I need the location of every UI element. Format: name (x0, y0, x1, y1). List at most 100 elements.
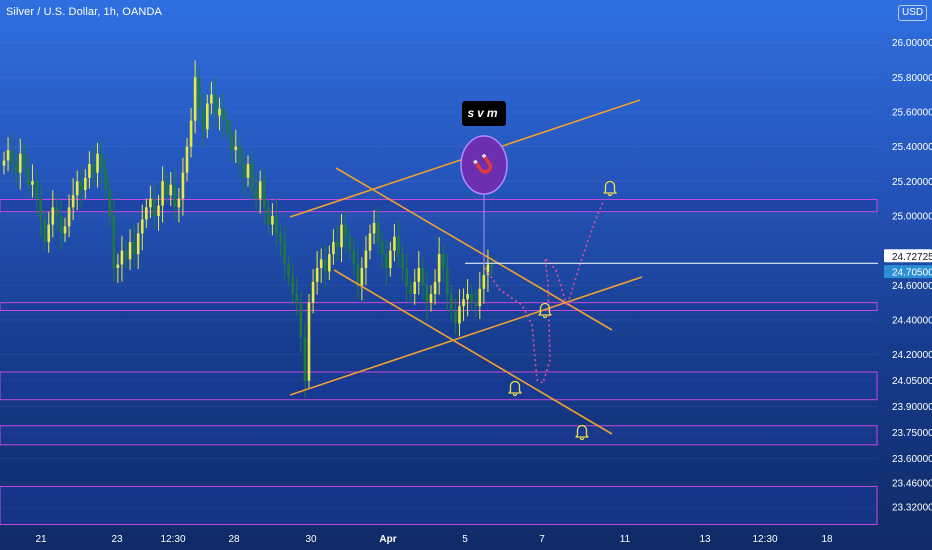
candle-body (307, 302, 311, 381)
x-tick-label: 5 (462, 534, 468, 545)
candle-body (6, 150, 10, 161)
price-zone-rect[interactable] (0, 371, 878, 401)
candle-body (47, 224, 51, 242)
candle-body (242, 164, 246, 178)
candle-body (250, 164, 254, 190)
candle-body (222, 108, 225, 121)
candle-body (470, 294, 473, 303)
bell-icon[interactable] (603, 180, 617, 197)
chart-title: Silver / U.S. Dollar, 1h, OANDA (6, 6, 162, 18)
trendline[interactable] (333, 269, 613, 435)
candle-body (287, 264, 290, 277)
candle-body (445, 268, 449, 294)
candle-body (140, 219, 144, 234)
price-axis[interactable]: 26.00000 25.80000 25.60000 25.40000 25.20000… (884, 38, 932, 514)
candle-body (441, 254, 445, 268)
candle-body (356, 264, 360, 286)
candle-body (51, 207, 55, 225)
candle-body (315, 268, 319, 282)
candle-body (226, 120, 229, 133)
candle-body (31, 181, 34, 185)
candle-body (71, 195, 75, 208)
candle-body (136, 233, 140, 255)
x-tick-label: 30 (305, 534, 317, 545)
y-tick-label: 23.75000 (892, 428, 932, 439)
y-tick-label: 23.32000 (892, 503, 932, 514)
chart-container: 26.00000 25.80000 25.60000 25.40000 25.20000… (0, 0, 932, 550)
y-tick-label: 24.60000 (892, 281, 932, 292)
x-tick-label: 12:30 (160, 534, 185, 545)
candle-body (409, 285, 412, 294)
candle-body (397, 236, 400, 255)
candle-body (352, 250, 356, 265)
candle-body (193, 77, 197, 121)
currency-badge[interactable]: USD (898, 5, 928, 21)
support-resistance-zones[interactable] (0, 199, 878, 526)
candle-body (189, 120, 193, 147)
candle-body (466, 294, 469, 300)
bid-price-label: 24.72725 (892, 252, 932, 263)
price-zone-rect[interactable] (0, 302, 878, 311)
price-zone-rect[interactable] (0, 199, 878, 213)
candle-body (18, 153, 22, 173)
x-tick-label: 11 (620, 534, 631, 545)
watermark-badge: svm (462, 101, 506, 126)
x-tick-label: Apr (379, 534, 396, 545)
candle-body (79, 181, 83, 190)
candle-body (344, 224, 347, 237)
y-tick-label: 25.00000 (892, 212, 932, 223)
candle-body (376, 222, 380, 242)
candle-body (417, 268, 421, 282)
price-zone-rect[interactable] (0, 485, 878, 526)
candle-body (197, 77, 201, 109)
candle-body (384, 254, 388, 268)
y-tick-label: 25.40000 (892, 142, 932, 153)
candle-body (157, 205, 160, 216)
candle-body (177, 198, 181, 208)
candle-body (63, 226, 67, 234)
candle-body (165, 181, 168, 196)
price-zone-rect[interactable] (0, 425, 878, 446)
candle-body (124, 250, 128, 260)
candle-body (2, 160, 6, 166)
candle-body (291, 276, 295, 294)
candle-body (275, 216, 278, 234)
price-chart[interactable]: 26.00000 25.80000 25.60000 25.40000 25.20000… (0, 0, 932, 550)
candle-body (214, 94, 217, 116)
candle-body (254, 190, 258, 199)
candle-body (482, 274, 486, 289)
candle-body (112, 216, 116, 268)
candle-body (161, 181, 164, 206)
candle-body (14, 164, 18, 173)
y-tick-label: 24.05000 (892, 376, 932, 387)
y-tick-label: 24.20000 (892, 350, 932, 361)
projection-path[interactable] (484, 199, 605, 385)
candle-body (234, 146, 238, 151)
candle-body (39, 198, 42, 220)
candle-body (169, 184, 173, 196)
candle-body (132, 242, 136, 255)
candle-body (360, 268, 364, 286)
candle-body (421, 268, 425, 286)
time-axis[interactable]: 21 23 12:30 28 30 Apr 5 7 11 13 12:30 18 (35, 534, 833, 545)
magnet-circle[interactable] (460, 135, 508, 195)
candle-body (84, 177, 87, 190)
candle-body (389, 250, 392, 268)
projection-path-group[interactable] (484, 199, 605, 385)
candle-body (454, 311, 457, 324)
candle-body (43, 219, 46, 242)
candle-body (262, 181, 266, 208)
candle-body (490, 264, 494, 268)
candle-body (437, 254, 441, 282)
candle-body (283, 242, 286, 265)
candle-body (328, 254, 331, 272)
candle-body (173, 184, 177, 208)
y-tick-label: 23.46000 (892, 478, 932, 489)
x-tick-label: 12:30 (752, 534, 777, 545)
candle-body (116, 264, 120, 268)
candle-body (100, 153, 103, 168)
x-tick-label: 21 (35, 534, 47, 545)
candle-body (311, 281, 315, 303)
x-tick-label: 13 (699, 534, 711, 545)
candle-body (185, 146, 189, 173)
